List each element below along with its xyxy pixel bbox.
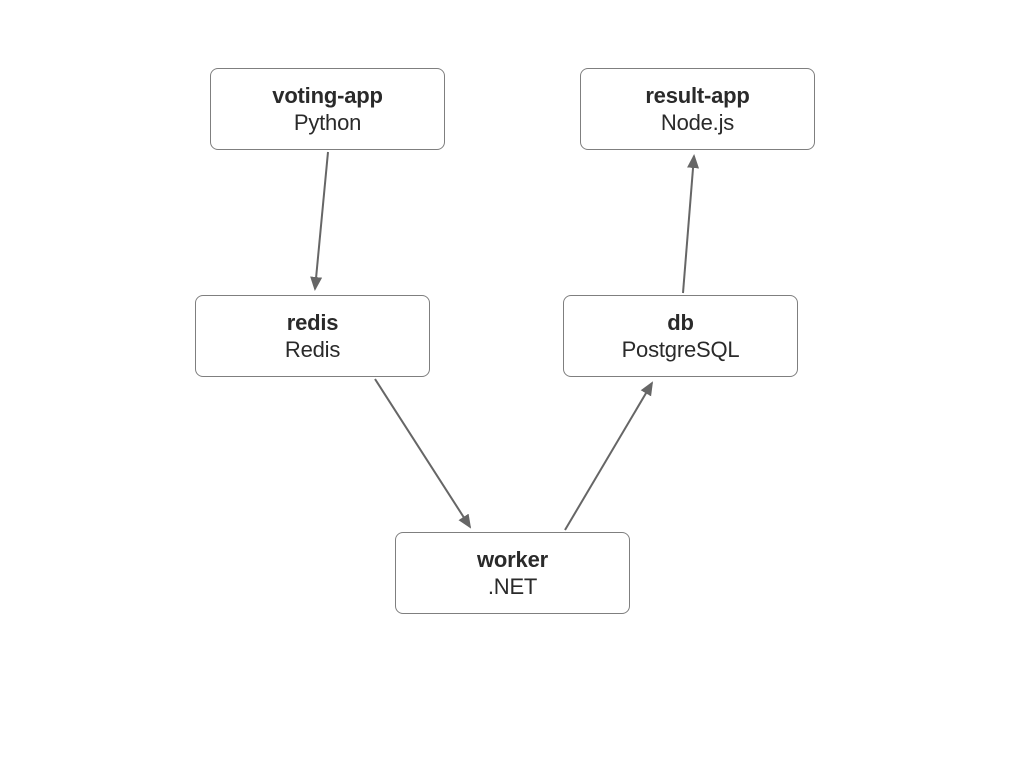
node-subtitle: Redis	[285, 336, 340, 364]
node-redis: redis Redis	[195, 295, 430, 377]
node-title: redis	[287, 309, 339, 337]
arrow-db-to-result	[683, 156, 694, 293]
node-title: voting-app	[272, 82, 382, 110]
node-db: db PostgreSQL	[563, 295, 798, 377]
node-subtitle: PostgreSQL	[622, 336, 740, 364]
node-voting-app: voting-app Python	[210, 68, 445, 150]
arrow-worker-to-db	[565, 383, 652, 530]
diagram-arrows	[0, 0, 1024, 768]
node-title: result-app	[645, 82, 749, 110]
node-subtitle: Python	[294, 109, 361, 137]
node-subtitle: .NET	[488, 573, 537, 601]
arrow-voting-to-redis	[315, 152, 328, 289]
node-title: db	[667, 309, 693, 337]
node-result-app: result-app Node.js	[580, 68, 815, 150]
node-worker: worker .NET	[395, 532, 630, 614]
arrow-redis-to-worker	[375, 379, 470, 527]
node-title: worker	[477, 546, 548, 574]
node-subtitle: Node.js	[661, 109, 734, 137]
